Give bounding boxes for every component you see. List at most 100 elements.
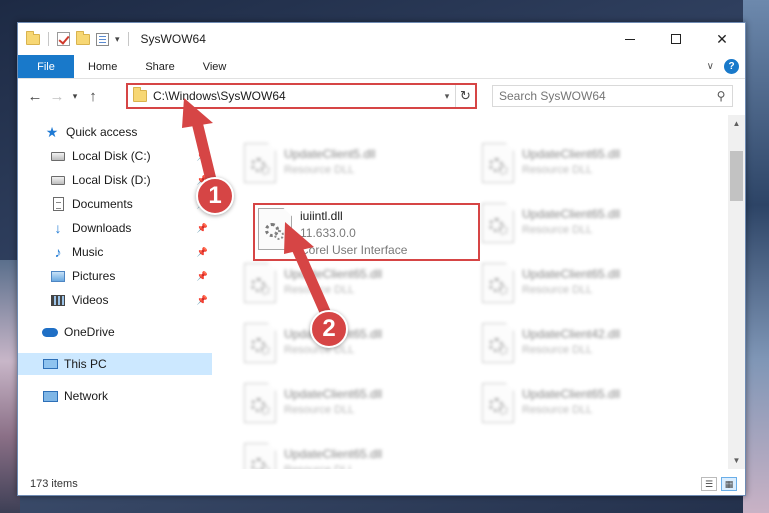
pin-icon[interactable]: 📌: [197, 271, 208, 282]
pin-icon[interactable]: 📌: [197, 247, 208, 258]
properties-check-icon[interactable]: [57, 32, 70, 46]
file-tile[interactable]: UpdateClient65.dll Resource DLL: [482, 383, 707, 435]
view-switcher: ☰ ▦: [701, 477, 745, 491]
nav-item-quick-access[interactable]: ★ Quick access: [18, 121, 212, 143]
download-icon: ↓: [54, 220, 62, 236]
up-arrow-icon[interactable]: ↑: [82, 88, 104, 105]
ribbon-tabs: File Home Share View ∨ ?: [18, 55, 745, 79]
file-tile[interactable]: UpdateClient65.dll Resource DLL: [244, 263, 469, 315]
network-icon: [42, 388, 58, 404]
nav-item-label: Quick access: [66, 125, 138, 139]
close-button[interactable]: ✕: [699, 23, 745, 55]
maximize-icon: [671, 34, 681, 44]
videos-icon: [50, 292, 66, 308]
large-icons-view-icon[interactable]: ▦: [721, 477, 737, 491]
minimize-button[interactable]: [607, 23, 653, 55]
file-type: Resource DLL: [284, 284, 355, 296]
nav-item-downloads[interactable]: ↓ Downloads 📌: [18, 217, 212, 239]
dll-file-icon: [482, 143, 514, 183]
address-path[interactable]: C:\Windows\SysWOW64: [153, 89, 439, 103]
properties-list-icon[interactable]: [96, 32, 109, 46]
pin-icon[interactable]: 📌: [197, 151, 208, 162]
close-icon: ✕: [716, 30, 728, 47]
explorer-window: ▾ SysWOW64 ✕ File Home Share View ∨ ? ← …: [17, 22, 746, 496]
tab-file[interactable]: File: [18, 55, 74, 78]
file-type: Resource DLL: [522, 404, 593, 416]
nav-item-local-disk-c[interactable]: Local Disk (C:) 📌: [18, 145, 212, 167]
nav-item-label: OneDrive: [64, 325, 115, 339]
address-bar[interactable]: C:\Windows\SysWOW64 ▾ ↻: [126, 83, 477, 109]
nav-item-local-disk-d[interactable]: Local Disk (D:) 📌: [18, 169, 212, 191]
nav-item-videos[interactable]: Videos 📌: [18, 289, 212, 311]
disk-icon: [50, 148, 66, 164]
forward-arrow-icon[interactable]: →: [46, 88, 68, 105]
star-icon: ★: [45, 123, 59, 140]
search-input[interactable]: [499, 89, 710, 103]
dll-file-icon: [244, 143, 276, 183]
status-bar: 173 items ☰ ▦: [18, 471, 745, 495]
file-name: iuiintl.dll: [300, 209, 343, 223]
help-icon[interactable]: ?: [724, 59, 739, 74]
file-tile[interactable]: UpdateClient42.dll Resource DLL: [482, 323, 707, 375]
scroll-thumb[interactable]: [730, 151, 743, 201]
file-name: UpdateClient65.dll: [284, 387, 383, 401]
file-tile[interactable]: UpdateClient65.dllResource DLL: [244, 443, 469, 469]
dll-file-icon: [482, 263, 514, 303]
file-name: UpdateClient65.dll: [522, 147, 621, 161]
tab-home[interactable]: Home: [74, 55, 131, 78]
step-2-badge: 2: [310, 310, 348, 348]
quick-access-toolbar: ▾: [18, 30, 131, 46]
customize-toolbar-chevron-icon[interactable]: ▾: [115, 34, 120, 45]
nav-item-label: Music: [72, 245, 104, 259]
toolbar-separator: [127, 32, 129, 46]
music-icon: ♪: [54, 244, 62, 260]
file-name: UpdateClient65.dll: [522, 387, 621, 401]
nav-item-network[interactable]: Network: [18, 385, 212, 407]
maximize-button[interactable]: [653, 23, 699, 55]
pin-icon[interactable]: 📌: [197, 223, 208, 234]
desktop-background-right: [743, 0, 769, 513]
minimize-icon: [625, 38, 635, 40]
nav-item-label: This PC: [64, 357, 107, 371]
tab-view[interactable]: View: [189, 55, 241, 78]
search-icon[interactable]: ⚲: [710, 89, 732, 103]
file-tile[interactable]: UpdateClient65.dll Resource DLL: [482, 263, 707, 315]
scroll-up-icon[interactable]: ▲: [728, 115, 745, 132]
nav-item-onedrive[interactable]: OneDrive: [18, 321, 212, 343]
file-tile[interactable]: UpdateClient65.dllResource DLL: [244, 323, 469, 375]
folder-icon[interactable]: [26, 30, 40, 45]
details-view-icon[interactable]: ☰: [701, 477, 717, 491]
nav-item-music[interactable]: ♪ Music 📌: [18, 241, 212, 263]
refresh-icon[interactable]: ↻: [455, 85, 475, 107]
file-tile[interactable]: UpdateClient65.dll Resource DLL: [482, 143, 707, 195]
file-name: UpdateClient65.dll: [284, 267, 383, 281]
vertical-scrollbar[interactable]: ▲ ▼: [728, 115, 745, 469]
title-bar: ▾ SysWOW64 ✕: [18, 23, 745, 55]
nav-item-label: Local Disk (D:): [72, 173, 151, 187]
file-type: Resource DLL: [284, 404, 355, 416]
documents-icon: [50, 196, 66, 212]
expand-ribbon-chevron-icon[interactable]: ∨: [707, 61, 714, 72]
file-type: Resource DLL: [522, 164, 593, 176]
new-folder-icon[interactable]: [76, 30, 90, 45]
scroll-down-icon[interactable]: ▼: [728, 452, 745, 469]
address-row: ← → ▾ ↑ C:\Windows\SysWOW64 ▾ ↻ ⚲: [18, 80, 745, 112]
dll-file-icon: [482, 323, 514, 363]
address-dropdown-chevron-icon[interactable]: ▾: [439, 91, 455, 102]
nav-item-documents[interactable]: Documents 📌: [18, 193, 212, 215]
file-tile[interactable]: UpdateClient5.dll Resource DLL: [244, 143, 469, 195]
nav-item-this-pc[interactable]: This PC: [18, 353, 212, 375]
highlighted-file-tile[interactable]: iuiintl.dll 11.633.0.0 Corel User Interf…: [253, 203, 480, 261]
file-type: Resource DLL: [522, 284, 593, 296]
back-arrow-icon[interactable]: ←: [24, 88, 46, 105]
tab-share[interactable]: Share: [131, 55, 188, 78]
pin-icon[interactable]: 📌: [197, 295, 208, 306]
file-name: UpdateClient65.dll: [522, 267, 621, 281]
recent-locations-chevron-icon[interactable]: ▾: [68, 91, 82, 102]
nav-item-label: Documents: [72, 197, 133, 211]
file-tile[interactable]: UpdateClient65.dllResource DLL: [482, 203, 707, 255]
nav-item-pictures[interactable]: Pictures 📌: [18, 265, 212, 287]
window-controls: ✕: [607, 23, 745, 55]
search-box[interactable]: ⚲: [492, 85, 733, 107]
file-tile[interactable]: UpdateClient65.dll Resource DLL: [244, 383, 469, 435]
